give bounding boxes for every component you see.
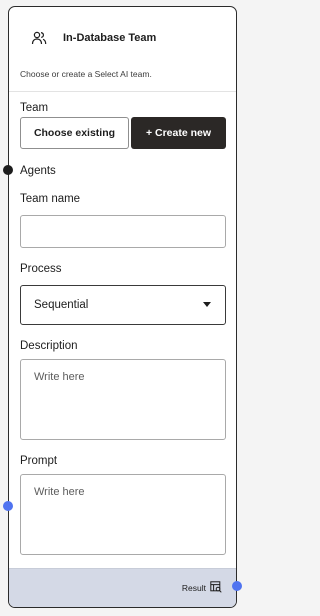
team-name-label: Team name bbox=[20, 193, 81, 205]
node-header: In-Database Team bbox=[9, 7, 236, 64]
description-placeholder: Write here bbox=[34, 371, 85, 383]
choose-existing-button[interactable]: Choose existing bbox=[20, 117, 129, 149]
agents-label: Agents bbox=[20, 165, 56, 177]
prompt-placeholder: Write here bbox=[34, 486, 85, 498]
process-select[interactable]: Sequential bbox=[20, 285, 226, 325]
result-connection-handle[interactable] bbox=[232, 581, 242, 591]
prompt-label: Prompt bbox=[20, 455, 58, 467]
prompt-textarea[interactable]: Write here bbox=[20, 474, 226, 555]
users-icon bbox=[31, 31, 47, 45]
table-search-icon bbox=[210, 581, 222, 593]
result-label: Result bbox=[181, 583, 206, 593]
caret-down-icon bbox=[203, 302, 211, 307]
team-label: Team bbox=[20, 102, 49, 114]
process-label: Process bbox=[20, 263, 62, 275]
node-footer: Result bbox=[9, 568, 236, 607]
create-new-button[interactable]: + Create new bbox=[131, 117, 226, 149]
node-subtitle: Choose or create a Select AI team. bbox=[20, 69, 152, 79]
node-title: In-Database Team bbox=[63, 32, 157, 44]
header-divider bbox=[9, 91, 236, 92]
agents-connection-handle[interactable] bbox=[3, 165, 13, 175]
description-textarea[interactable]: Write here bbox=[20, 359, 226, 440]
process-selected-value: Sequential bbox=[34, 299, 89, 311]
prompt-connection-handle[interactable] bbox=[3, 501, 13, 511]
description-label: Description bbox=[20, 340, 78, 352]
in-database-team-node[interactable]: In-Database Team Choose or create a Sele… bbox=[8, 6, 237, 608]
team-name-input[interactable] bbox=[20, 215, 226, 248]
